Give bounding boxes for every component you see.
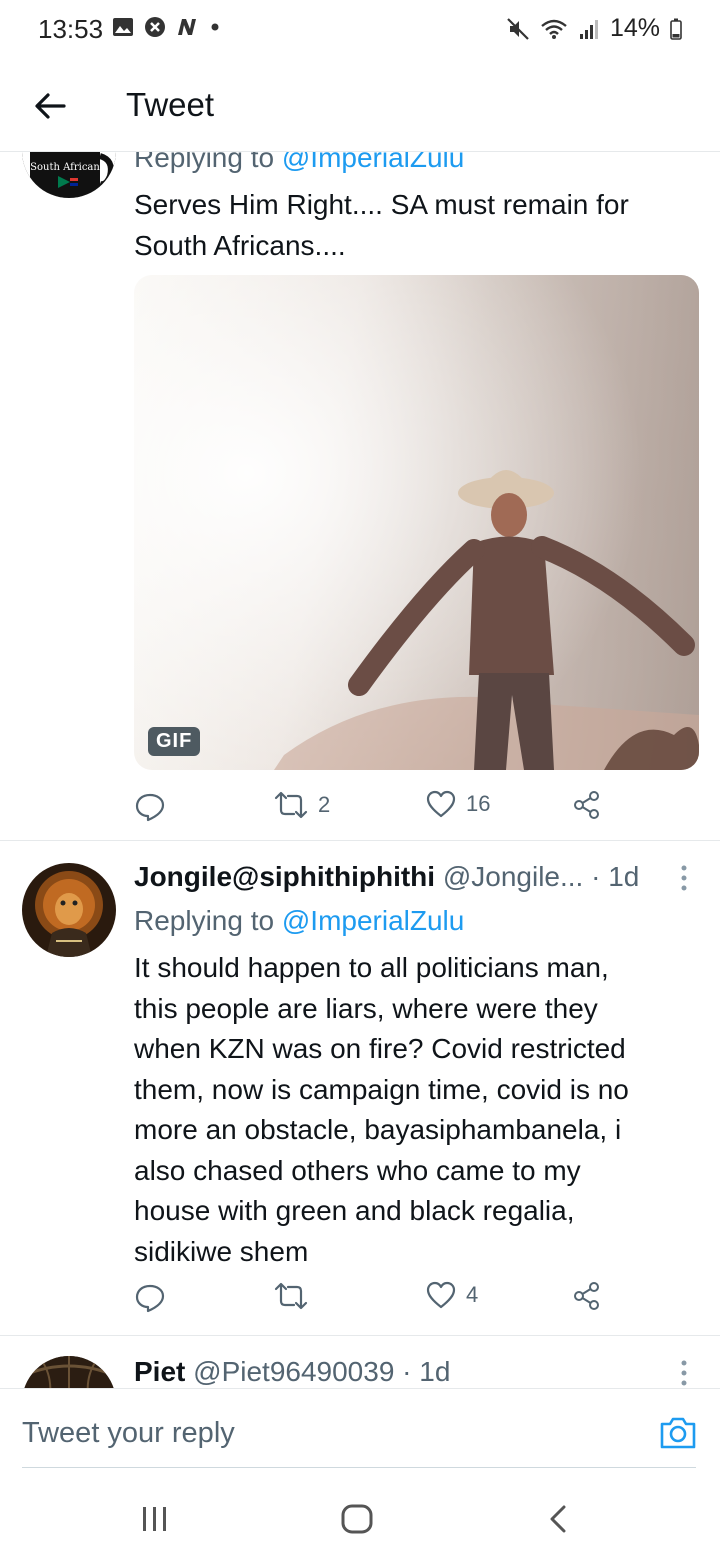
- avatar[interactable]: [22, 1356, 116, 1388]
- like-count: 16: [466, 791, 491, 816]
- tweet-text: It should happen to all politicians man,…: [134, 952, 629, 1267]
- reply-icon: [135, 793, 165, 822]
- more-options-icon[interactable]: [678, 1358, 690, 1388]
- retweet-icon: [274, 1282, 308, 1310]
- user-handle[interactable]: @Piet96490039: [193, 1356, 394, 1387]
- tweet-card[interactable]: South African Replying to @ImperialZulu …: [0, 152, 720, 840]
- reply-composer: Tweet your reply: [0, 1388, 720, 1468]
- gif-media[interactable]: GIF: [134, 275, 699, 770]
- dot-icon: [211, 23, 219, 31]
- retweet-count: 2: [318, 792, 331, 817]
- more-options-icon[interactable]: [678, 863, 690, 893]
- gif-badge: GIF: [148, 727, 201, 756]
- replying-to: Replying to @ImperialZulu: [134, 905, 465, 936]
- tweet-actions: 2 16: [134, 790, 614, 830]
- globe-avatar-image: [22, 1356, 116, 1388]
- top-bar: Tweet: [0, 62, 720, 152]
- share-button[interactable]: [572, 1281, 602, 1311]
- shield-icon: [145, 17, 165, 37]
- like-button[interactable]: 16: [426, 790, 490, 818]
- status-bar: 13:53 14%: [0, 0, 720, 62]
- heart-icon: [426, 790, 456, 818]
- gallery-icon: [113, 18, 133, 36]
- replying-to: Replying to @ImperialZulu: [134, 152, 464, 174]
- lion-avatar-image: [22, 863, 116, 957]
- tweet-card[interactable]: Jongile@siphithiphithi @Jongile... · 1d …: [0, 841, 720, 1336]
- avatar[interactable]: South African: [22, 152, 116, 198]
- retweet-icon: [274, 791, 308, 819]
- reply-icon: [135, 1284, 165, 1313]
- replying-handle-link[interactable]: @ImperialZulu: [282, 152, 464, 173]
- mute-icon: [507, 17, 529, 40]
- share-icon: [574, 791, 599, 819]
- tweet-header: Jongile@siphithiphithi @Jongile... · 1d: [134, 861, 639, 893]
- system-icons: 14%: [506, 14, 682, 43]
- like-button[interactable]: 4: [426, 1281, 478, 1309]
- back-nav-icon[interactable]: [546, 1504, 570, 1534]
- display-name[interactable]: Jongile@siphithiphithi: [134, 861, 435, 892]
- tweet-text: Serves Him Right.... SA must remain for …: [134, 189, 629, 261]
- display-name[interactable]: Piet: [134, 1356, 185, 1387]
- recent-apps-icon[interactable]: [140, 1505, 170, 1533]
- user-handle[interactable]: @Jongile...: [443, 861, 584, 892]
- tweet-header: Piet @Piet96490039 · 1d: [134, 1356, 450, 1388]
- tweet-actions: 4: [134, 1281, 614, 1321]
- heart-icon: [426, 1281, 456, 1309]
- like-count: 4: [466, 1282, 479, 1307]
- camera-icon[interactable]: [658, 1413, 698, 1453]
- signal-icon: [579, 19, 598, 39]
- composer-underline: [22, 1467, 696, 1468]
- android-nav-bar: [0, 1470, 720, 1560]
- avatar-text: South African: [30, 162, 100, 173]
- gif-image: [134, 275, 699, 770]
- news-icon: [178, 19, 196, 35]
- battery-icon: [670, 18, 682, 40]
- replying-handle-link[interactable]: @ImperialZulu: [282, 905, 464, 936]
- avatar[interactable]: [22, 863, 116, 957]
- tweet-time: · 1d: [402, 1356, 451, 1387]
- mug-avatar-image: South African: [22, 152, 116, 198]
- tweet-card[interactable]: Piet @Piet96490039 · 1d: [0, 1336, 720, 1388]
- retweet-button[interactable]: 2: [274, 790, 330, 820]
- tweet-time: · 1d: [591, 861, 640, 892]
- reply-button[interactable]: [134, 790, 166, 822]
- share-icon: [574, 1282, 599, 1310]
- wifi-icon: [541, 19, 567, 39]
- reply-input[interactable]: Tweet your reply: [22, 1417, 235, 1450]
- battery-percent: 14%: [609, 14, 660, 42]
- tweet-feed[interactable]: South African Replying to @ImperialZulu …: [0, 152, 720, 1388]
- home-icon[interactable]: [340, 1503, 374, 1535]
- status-time: 13:53: [38, 14, 104, 44]
- reply-button[interactable]: [134, 1281, 166, 1313]
- share-button[interactable]: [572, 790, 602, 820]
- retweet-button[interactable]: [274, 1281, 308, 1311]
- notification-icons: [112, 16, 220, 38]
- back-arrow-icon[interactable]: [28, 84, 72, 128]
- page-title: Tweet: [126, 86, 215, 123]
